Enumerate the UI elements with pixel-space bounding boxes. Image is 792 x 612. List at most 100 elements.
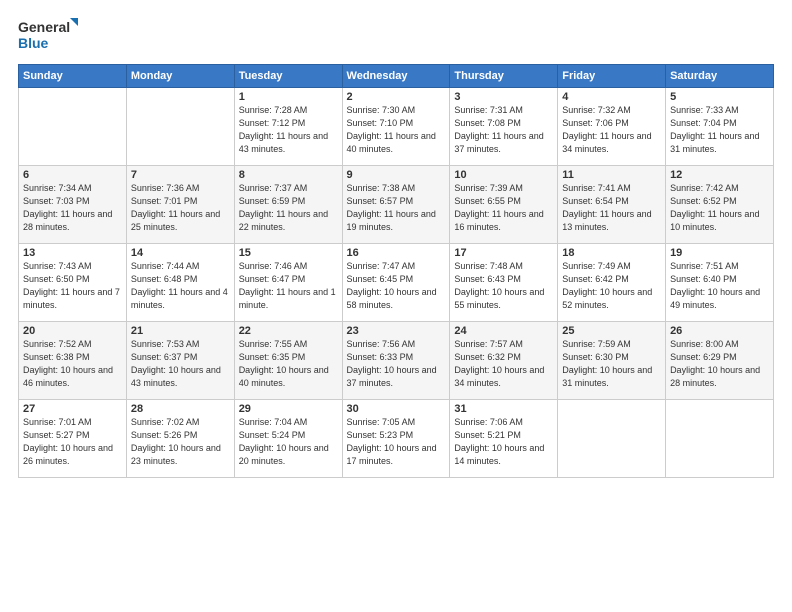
day-info: Sunrise: 7:53 AM Sunset: 6:37 PM Dayligh…	[131, 338, 230, 390]
day-info: Sunrise: 7:34 AM Sunset: 7:03 PM Dayligh…	[23, 182, 122, 234]
header: General Blue	[18, 16, 774, 54]
calendar-cell: 24Sunrise: 7:57 AM Sunset: 6:32 PM Dayli…	[450, 322, 558, 400]
logo-svg: General Blue	[18, 16, 78, 54]
calendar-cell: 4Sunrise: 7:32 AM Sunset: 7:06 PM Daylig…	[558, 88, 666, 166]
calendar-cell: 20Sunrise: 7:52 AM Sunset: 6:38 PM Dayli…	[19, 322, 127, 400]
day-info: Sunrise: 7:49 AM Sunset: 6:42 PM Dayligh…	[562, 260, 661, 312]
header-cell-monday: Monday	[126, 65, 234, 88]
calendar-cell: 19Sunrise: 7:51 AM Sunset: 6:40 PM Dayli…	[666, 244, 774, 322]
header-cell-wednesday: Wednesday	[342, 65, 450, 88]
header-cell-saturday: Saturday	[666, 65, 774, 88]
day-number: 14	[131, 247, 230, 259]
day-number: 30	[347, 403, 446, 415]
calendar-cell: 30Sunrise: 7:05 AM Sunset: 5:23 PM Dayli…	[342, 400, 450, 478]
day-number: 2	[347, 91, 446, 103]
calendar-cell: 7Sunrise: 7:36 AM Sunset: 7:01 PM Daylig…	[126, 166, 234, 244]
header-cell-tuesday: Tuesday	[234, 65, 342, 88]
day-number: 19	[670, 247, 769, 259]
calendar-cell: 6Sunrise: 7:34 AM Sunset: 7:03 PM Daylig…	[19, 166, 127, 244]
day-number: 26	[670, 325, 769, 337]
calendar-cell	[126, 88, 234, 166]
day-info: Sunrise: 7:39 AM Sunset: 6:55 PM Dayligh…	[454, 182, 553, 234]
day-number: 1	[239, 91, 338, 103]
day-number: 15	[239, 247, 338, 259]
day-number: 9	[347, 169, 446, 181]
calendar-cell: 25Sunrise: 7:59 AM Sunset: 6:30 PM Dayli…	[558, 322, 666, 400]
day-info: Sunrise: 7:37 AM Sunset: 6:59 PM Dayligh…	[239, 182, 338, 234]
week-row-5: 27Sunrise: 7:01 AM Sunset: 5:27 PM Dayli…	[19, 400, 774, 478]
day-info: Sunrise: 8:00 AM Sunset: 6:29 PM Dayligh…	[670, 338, 769, 390]
day-info: Sunrise: 7:47 AM Sunset: 6:45 PM Dayligh…	[347, 260, 446, 312]
day-info: Sunrise: 7:41 AM Sunset: 6:54 PM Dayligh…	[562, 182, 661, 234]
calendar-cell: 21Sunrise: 7:53 AM Sunset: 6:37 PM Dayli…	[126, 322, 234, 400]
header-cell-sunday: Sunday	[19, 65, 127, 88]
calendar-cell: 11Sunrise: 7:41 AM Sunset: 6:54 PM Dayli…	[558, 166, 666, 244]
day-number: 3	[454, 91, 553, 103]
day-info: Sunrise: 7:43 AM Sunset: 6:50 PM Dayligh…	[23, 260, 122, 312]
day-info: Sunrise: 7:28 AM Sunset: 7:12 PM Dayligh…	[239, 104, 338, 156]
day-info: Sunrise: 7:57 AM Sunset: 6:32 PM Dayligh…	[454, 338, 553, 390]
calendar-cell: 1Sunrise: 7:28 AM Sunset: 7:12 PM Daylig…	[234, 88, 342, 166]
day-number: 31	[454, 403, 553, 415]
calendar-cell: 3Sunrise: 7:31 AM Sunset: 7:08 PM Daylig…	[450, 88, 558, 166]
day-info: Sunrise: 7:01 AM Sunset: 5:27 PM Dayligh…	[23, 416, 122, 468]
day-number: 11	[562, 169, 661, 181]
svg-text:General: General	[18, 19, 70, 35]
day-number: 5	[670, 91, 769, 103]
day-info: Sunrise: 7:36 AM Sunset: 7:01 PM Dayligh…	[131, 182, 230, 234]
day-number: 13	[23, 247, 122, 259]
header-cell-thursday: Thursday	[450, 65, 558, 88]
svg-text:Blue: Blue	[18, 35, 49, 51]
day-number: 7	[131, 169, 230, 181]
day-info: Sunrise: 7:51 AM Sunset: 6:40 PM Dayligh…	[670, 260, 769, 312]
day-info: Sunrise: 7:30 AM Sunset: 7:10 PM Dayligh…	[347, 104, 446, 156]
day-number: 23	[347, 325, 446, 337]
day-number: 28	[131, 403, 230, 415]
page: General Blue SundayMondayTuesdayWednesda…	[0, 0, 792, 612]
calendar-cell	[666, 400, 774, 478]
calendar-cell: 5Sunrise: 7:33 AM Sunset: 7:04 PM Daylig…	[666, 88, 774, 166]
day-info: Sunrise: 7:02 AM Sunset: 5:26 PM Dayligh…	[131, 416, 230, 468]
day-number: 29	[239, 403, 338, 415]
calendar-cell: 8Sunrise: 7:37 AM Sunset: 6:59 PM Daylig…	[234, 166, 342, 244]
day-number: 16	[347, 247, 446, 259]
day-info: Sunrise: 7:59 AM Sunset: 6:30 PM Dayligh…	[562, 338, 661, 390]
day-number: 20	[23, 325, 122, 337]
calendar-cell	[19, 88, 127, 166]
header-row: SundayMondayTuesdayWednesdayThursdayFrid…	[19, 65, 774, 88]
calendar-cell: 14Sunrise: 7:44 AM Sunset: 6:48 PM Dayli…	[126, 244, 234, 322]
day-info: Sunrise: 7:31 AM Sunset: 7:08 PM Dayligh…	[454, 104, 553, 156]
week-row-2: 6Sunrise: 7:34 AM Sunset: 7:03 PM Daylig…	[19, 166, 774, 244]
calendar-cell: 18Sunrise: 7:49 AM Sunset: 6:42 PM Dayli…	[558, 244, 666, 322]
calendar-cell: 31Sunrise: 7:06 AM Sunset: 5:21 PM Dayli…	[450, 400, 558, 478]
calendar-cell: 15Sunrise: 7:46 AM Sunset: 6:47 PM Dayli…	[234, 244, 342, 322]
day-info: Sunrise: 7:05 AM Sunset: 5:23 PM Dayligh…	[347, 416, 446, 468]
calendar-cell: 29Sunrise: 7:04 AM Sunset: 5:24 PM Dayli…	[234, 400, 342, 478]
day-number: 10	[454, 169, 553, 181]
day-info: Sunrise: 7:44 AM Sunset: 6:48 PM Dayligh…	[131, 260, 230, 312]
day-number: 12	[670, 169, 769, 181]
day-number: 24	[454, 325, 553, 337]
day-info: Sunrise: 7:52 AM Sunset: 6:38 PM Dayligh…	[23, 338, 122, 390]
calendar-cell	[558, 400, 666, 478]
day-info: Sunrise: 7:42 AM Sunset: 6:52 PM Dayligh…	[670, 182, 769, 234]
day-number: 6	[23, 169, 122, 181]
day-number: 27	[23, 403, 122, 415]
calendar-cell: 12Sunrise: 7:42 AM Sunset: 6:52 PM Dayli…	[666, 166, 774, 244]
week-row-3: 13Sunrise: 7:43 AM Sunset: 6:50 PM Dayli…	[19, 244, 774, 322]
day-info: Sunrise: 7:38 AM Sunset: 6:57 PM Dayligh…	[347, 182, 446, 234]
calendar-cell: 16Sunrise: 7:47 AM Sunset: 6:45 PM Dayli…	[342, 244, 450, 322]
day-info: Sunrise: 7:32 AM Sunset: 7:06 PM Dayligh…	[562, 104, 661, 156]
calendar-cell: 26Sunrise: 8:00 AM Sunset: 6:29 PM Dayli…	[666, 322, 774, 400]
calendar-cell: 9Sunrise: 7:38 AM Sunset: 6:57 PM Daylig…	[342, 166, 450, 244]
day-number: 8	[239, 169, 338, 181]
calendar-cell: 23Sunrise: 7:56 AM Sunset: 6:33 PM Dayli…	[342, 322, 450, 400]
day-number: 25	[562, 325, 661, 337]
day-number: 4	[562, 91, 661, 103]
week-row-4: 20Sunrise: 7:52 AM Sunset: 6:38 PM Dayli…	[19, 322, 774, 400]
calendar-cell: 13Sunrise: 7:43 AM Sunset: 6:50 PM Dayli…	[19, 244, 127, 322]
day-info: Sunrise: 7:04 AM Sunset: 5:24 PM Dayligh…	[239, 416, 338, 468]
day-info: Sunrise: 7:46 AM Sunset: 6:47 PM Dayligh…	[239, 260, 338, 312]
calendar-cell: 28Sunrise: 7:02 AM Sunset: 5:26 PM Dayli…	[126, 400, 234, 478]
day-info: Sunrise: 7:48 AM Sunset: 6:43 PM Dayligh…	[454, 260, 553, 312]
